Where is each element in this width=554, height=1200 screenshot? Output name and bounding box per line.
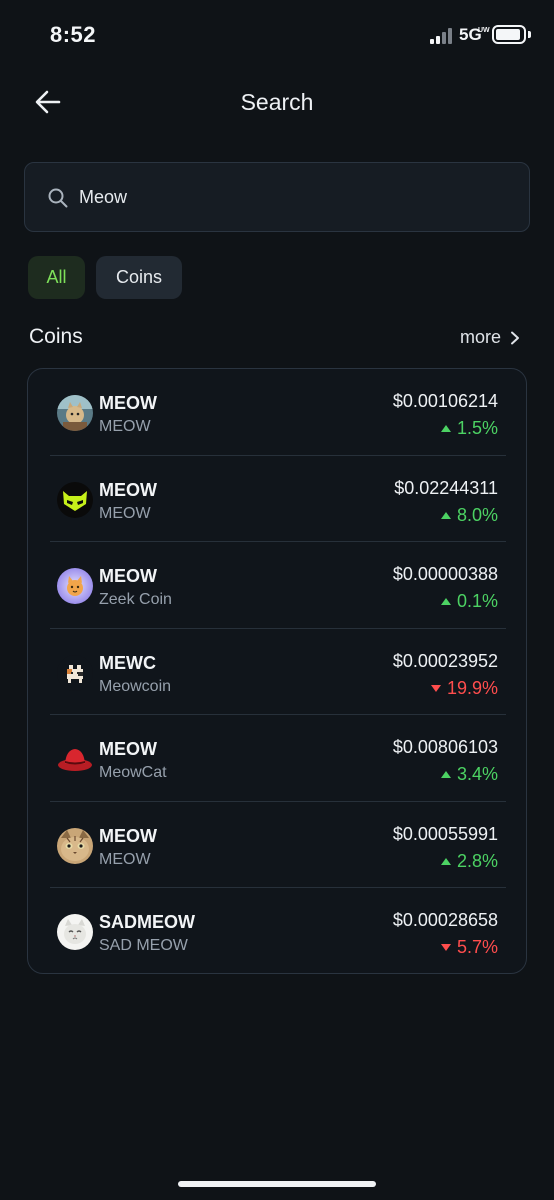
coin-row[interactable]: MEOW Zeek Coin $0.00000388 0.1% xyxy=(28,542,526,629)
coin-change: 0.1% xyxy=(440,591,498,612)
coin-name: Zeek Coin xyxy=(99,591,172,608)
sad-cat-icon xyxy=(57,914,93,950)
coin-change-value: 5.7% xyxy=(456,937,498,957)
coin-row[interactable]: MEOW MeowCat $0.00806103 3.4% xyxy=(28,715,526,802)
coin-change-value: 19.9% xyxy=(446,677,498,698)
coin-symbol: MEWC xyxy=(99,652,156,673)
triangle-up-icon xyxy=(440,598,451,605)
coin-price: $0.00806103 xyxy=(392,737,498,757)
coin-row[interactable]: MEWC Meowcoin $0.00023952 19.9% xyxy=(28,629,526,715)
coin-change: 8.0% xyxy=(440,504,498,526)
search-icon xyxy=(48,188,68,208)
more-link[interactable]: more xyxy=(460,327,520,348)
coin-change: 2.8% xyxy=(440,850,498,872)
cat-face-icon xyxy=(57,827,93,864)
coin-symbol: SADMEOW xyxy=(99,912,195,932)
coin-price: $0.00106214 xyxy=(392,391,498,411)
network-sup-label: UW xyxy=(478,27,490,34)
battery-icon xyxy=(492,25,526,44)
search-input[interactable]: Meow xyxy=(24,162,530,232)
triangle-up-icon xyxy=(440,511,451,519)
coin-symbol: MEOW xyxy=(99,566,157,586)
coin-row[interactable]: MEOW MEOW $0.00055991 2.8% xyxy=(28,802,526,888)
coin-name: MEOW xyxy=(99,850,151,868)
coin-row[interactable]: SADMEOW SAD MEOW $0.00028658 5.7% xyxy=(28,888,526,973)
coin-price: $0.00000388 xyxy=(392,564,498,584)
coin-price: $0.02244311 xyxy=(394,477,498,498)
page-title: Search xyxy=(240,89,314,115)
coin-change: 19.9% xyxy=(430,677,498,699)
search-value: Meow xyxy=(79,187,128,207)
status-time: 8:52 xyxy=(50,22,97,47)
coin-change-value: 1.5% xyxy=(456,418,498,438)
signal-strength-icon xyxy=(430,28,454,44)
coin-change-value: 0.1% xyxy=(456,591,498,611)
triangle-down-icon xyxy=(430,684,441,692)
status-bar: 8:52 5G UW xyxy=(0,0,554,70)
coin-change-value: 8.0% xyxy=(456,504,498,525)
coin-change: 5.7% xyxy=(440,937,498,958)
coin-name: MEOW xyxy=(99,418,151,435)
section-title: Coins xyxy=(29,325,83,348)
coin-name: SAD MEOW xyxy=(99,937,188,954)
coin-symbol: MEOW xyxy=(99,739,157,759)
coin-symbol: MEOW xyxy=(99,393,157,413)
coin-row[interactable]: MEOW MEOW $0.00106214 1.5% xyxy=(28,369,526,456)
coin-name: Meowcoin xyxy=(99,677,172,695)
coin-change: 3.4% xyxy=(440,764,498,785)
coin-symbol: MEOW xyxy=(99,825,157,846)
pixel-cat-icon xyxy=(57,654,93,691)
chevron-right-icon xyxy=(511,331,520,344)
triangle-up-icon xyxy=(440,857,451,865)
coin-name: MEOW xyxy=(99,504,151,522)
triangle-up-icon xyxy=(440,425,451,432)
triangle-down-icon xyxy=(440,944,451,951)
red-hat-icon xyxy=(57,741,93,777)
coin-price: $0.00023952 xyxy=(392,650,498,671)
search-screen: 8:52 5G UW Search Meow All Coins Coins m… xyxy=(0,0,554,1200)
triangle-up-icon xyxy=(440,771,451,778)
more-label: more xyxy=(460,327,502,347)
coin-price: $0.00028658 xyxy=(392,910,498,930)
coin-price: $0.00055991 xyxy=(392,823,498,844)
coin-change-value: 3.4% xyxy=(456,764,498,784)
coin-change-value: 2.8% xyxy=(456,850,498,871)
neon-cat-mask-icon xyxy=(57,481,93,518)
coin-list: MEOW MEOW $0.00106214 1.5% MEOW MEOW $0.… xyxy=(27,368,527,974)
filter-chip-coins[interactable]: Coins xyxy=(96,256,182,299)
coin-row[interactable]: MEOW MEOW $0.02244311 8.0% xyxy=(28,456,526,542)
home-indicator[interactable] xyxy=(178,1181,376,1187)
coin-symbol: MEOW xyxy=(99,479,157,500)
zeek-cat-icon xyxy=(57,568,93,604)
coin-change: 1.5% xyxy=(440,418,498,439)
cat-painting-icon xyxy=(57,395,93,431)
filter-chip-all[interactable]: All xyxy=(28,256,85,299)
coin-name: MeowCat xyxy=(99,764,167,781)
